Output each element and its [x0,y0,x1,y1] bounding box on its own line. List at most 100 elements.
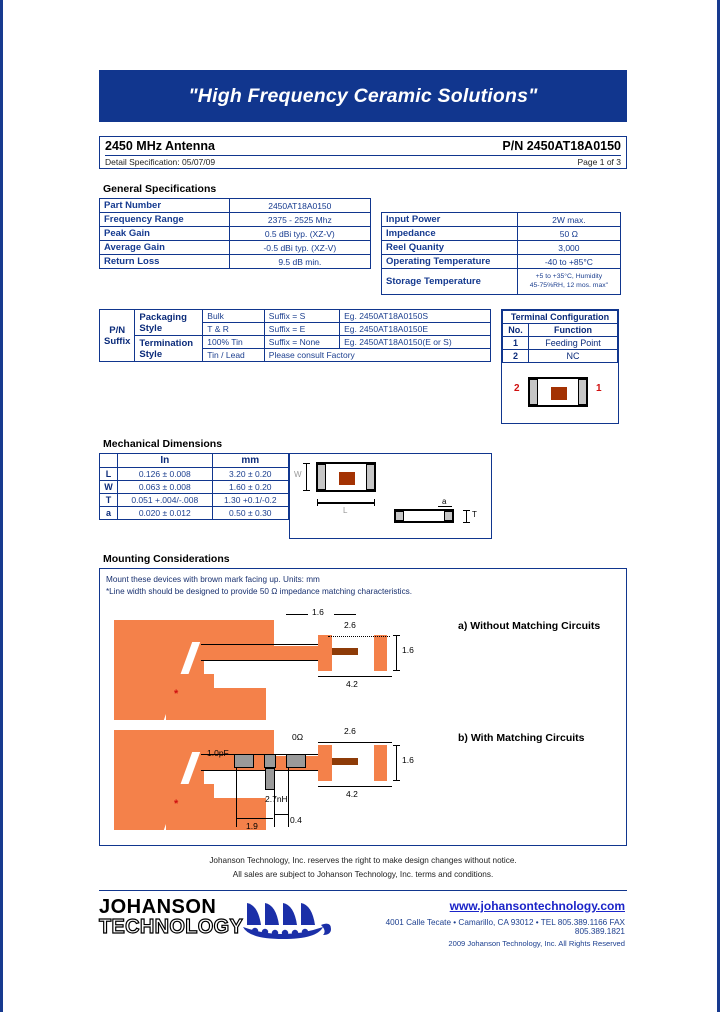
spec-label: Part Number [99,198,230,213]
terminal-function: NC [528,349,618,363]
spec-label: Reel Quanity [381,240,518,255]
general-specs-right-table: Input Power 2W max. Impedance 50 Ω Reel … [381,212,622,295]
spec-label: Peak Gain [99,226,230,241]
mech-symbol: L [99,467,118,481]
table-row: Average Gain -0.5 dBi typ. (XZ-V) [99,240,372,255]
spec-value: 2W max. [516,212,622,227]
dim-b-pitch-line [237,817,273,820]
mech-value-mm: 3.20 ± 0.20 [211,467,290,481]
dim-a-overall-line [318,675,392,678]
terminal-no: 1 [502,336,529,350]
star-marker-b: * [174,797,179,810]
datasheet-page: "High Frequency Ceramic Solutions" 2450 … [0,0,720,1012]
smd-inductor-pad [264,753,276,768]
dim-a-line-width: 1.6 [312,606,324,617]
mech-value-in: 0.063 ± 0.008 [117,480,213,494]
w-label: W [294,470,302,479]
suffix-kind: Tin / Lead [202,348,265,362]
dim-b-height: 1.6 [402,754,414,765]
suffix-code: Suffix = S [263,309,341,323]
mech-value-mm: 0.50 ± 0.30 [211,506,290,520]
disclaimer-line-1: Johanson Technology, Inc. reserves the r… [209,856,517,865]
copyright-notice: 2009 Johanson Technology, Inc. All Right… [448,938,625,948]
spec-value: -40 to +85°C [516,254,622,269]
suffix-example: Eg. 2450AT18A0150S [339,309,491,323]
terminal-col-no: No. [502,323,529,337]
chip-terminal-right [444,511,453,521]
table-row: Peak Gain 0.5 dBi typ. (XZ-V) [99,226,372,241]
dim-b-pad-width: 0.4 [290,814,302,825]
suffix-kind: 100% Tin [202,335,265,349]
spec-value: +5 to +35°C, Humidity 45-75%RH, 12 mos. … [516,268,622,295]
a-dimension-line [438,506,452,507]
table-row: W 0.063 ± 0.008 1.60 ± 0.20 [99,480,290,494]
dim-a-gap-line [328,635,390,637]
table-row: a 0.020 ± 0.012 0.50 ± 0.30 [99,506,290,520]
table-row: 1 Feeding Point [502,336,618,350]
table-row: Return Loss 9.5 dB min. [99,254,372,269]
company-address: 4001 Calle Tecate • Camarillo, CA 93012 … [385,917,625,936]
brown-mark-a [332,647,358,655]
website-link[interactable]: www.johansontechnology.com [450,899,625,913]
antenna-pad-b-right [374,744,387,781]
table-row: Reel Quanity 3,000 [381,240,622,255]
terminal-col-function: Function [528,323,618,337]
brown-mark-b [332,757,358,765]
terminal-configuration-table: Terminal Configuration No. Function 1 Fe… [502,310,618,363]
antenna-pad-a-right [374,634,387,671]
mech-symbol: W [99,480,118,494]
table-row: T 0.051 +.004/-.008 1.30 +0.1/-0.2 [99,493,290,507]
mech-col-in: In [117,453,213,468]
spec-value: 3,000 [516,240,622,255]
l-dimension-line [317,502,375,504]
title-block: 2450 MHz Antenna P/N 2450AT18A0150 Detai… [99,136,627,169]
dim-a-overall: 4.2 [346,678,358,689]
mech-value-mm: 1.30 +0.1/-0.2 [211,493,290,507]
l-arrow-right [374,499,375,506]
mech-value-mm: 1.60 ± 0.20 [211,480,290,494]
dim-linewidth-arrow-right [334,613,356,615]
packaging-style-label: Packaging Style [134,309,204,336]
mech-value-in: 0.051 +.004/-.008 [117,493,213,507]
spec-label: Return Loss [99,254,230,269]
chip-terminal-right [578,379,587,405]
dim-b-overall-line [318,785,392,788]
chip-side-view [394,509,454,523]
suffix-example: Eg. 2450AT18A0150(E or S) [339,335,491,349]
termination-style-label: Termination Style [134,335,204,362]
l-arrow-left [317,499,318,506]
trace-a-edge-bottom [201,659,323,662]
suffix-code: Suffix = E [263,322,341,336]
dim-a-pad-gap: 2.6 [344,619,356,630]
spec-value: 50 Ω [516,226,622,241]
chip-terminal-left [529,379,538,405]
dim-b-height-arrow-top [393,744,400,746]
dim-b-height-line [396,744,397,781]
dim-b-padwidth-line [275,813,288,816]
terminal-diagram-pin1-label: 1 [596,383,602,394]
chip-terminal-left [317,464,326,490]
pn-suffix-label: P/N Suffix [98,309,136,362]
mechanical-dimensions-table: In mm L 0.126 ± 0.008 3.20 ± 0.20 W 0.06… [99,453,290,520]
dim-a-height-arrow-bottom [393,669,400,671]
chip-top-view [528,377,588,407]
detail-specification: Detail Specification: 05/07/09 [105,157,216,167]
general-specifications-tables: Part Number 2450AT18A0150 Frequency Rang… [99,198,627,295]
w-dimension-line [306,463,307,491]
spec-value: 2375 - 2525 Mhz [228,212,372,227]
terminal-config-heading: Terminal Configuration [502,310,618,324]
dim-b-gap-line [318,741,392,744]
part-number-title: P/N 2450AT18A0150 [502,139,621,153]
mounting-note-2: *Line width should be designed to provid… [106,586,413,596]
suffix-kind: T & R [202,322,265,336]
mech-symbol: a [99,506,118,520]
footer-divider [99,889,627,891]
a-label: a [442,497,447,506]
spec-label: Input Power [381,212,518,227]
spec-label: Average Gain [99,240,230,255]
company-logo: JOHANSON TECHNOLOGY [98,897,339,949]
antenna-pad-b-left [318,744,332,781]
pitch-extension-mid [274,766,275,827]
t-label: T [472,510,477,519]
terminal-diagram: 2 1 [502,363,618,423]
